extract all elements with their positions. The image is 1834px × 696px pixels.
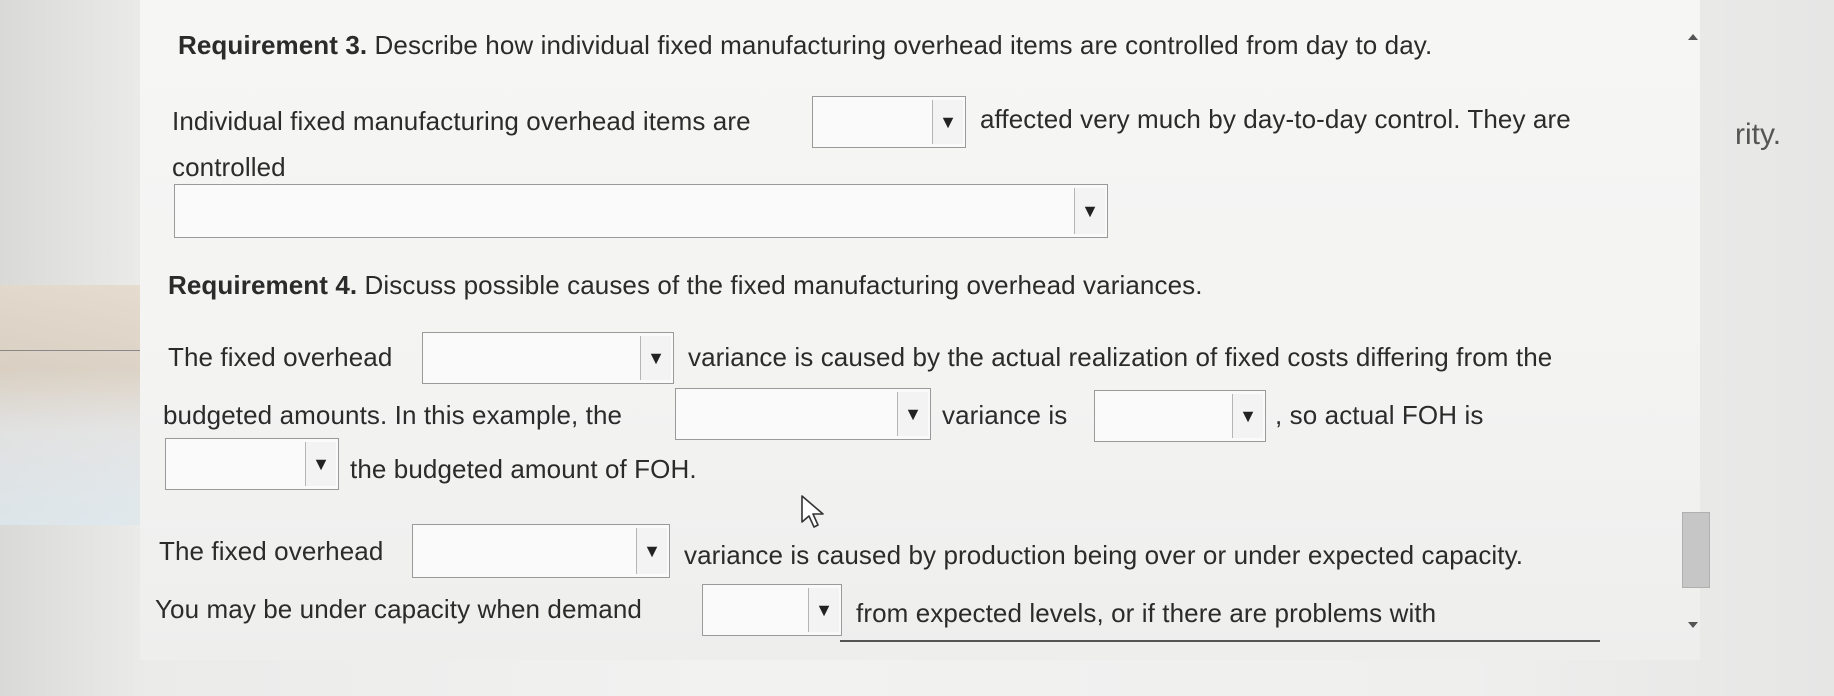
dropdown-req3-controlled[interactable]: ▼ bbox=[174, 184, 1108, 238]
req4-q2-before: You may be under capacity when demand bbox=[155, 594, 642, 624]
req4-p3-after: the budgeted amount of FOH. bbox=[350, 454, 697, 484]
req4-p1-before: The fixed overhead bbox=[168, 342, 393, 372]
dropdown-arrow-icon: ▼ bbox=[1232, 394, 1263, 438]
scrollbar[interactable] bbox=[1680, 20, 1720, 640]
dropdown-arrow-icon: ▼ bbox=[636, 528, 667, 574]
dropdown-arrow-icon: ▼ bbox=[932, 100, 963, 144]
req3-line1-before: Individual fixed manufacturing overhead … bbox=[172, 106, 751, 136]
requirement-4-text: Discuss possible causes of the fixed man… bbox=[357, 270, 1203, 300]
requirement-3-label: Requirement 3. bbox=[178, 30, 368, 60]
scroll-up-arrow-icon[interactable] bbox=[1688, 34, 1698, 40]
req4-p2-before: budgeted amounts. In this example, the bbox=[163, 400, 623, 430]
req4-p2-mid: variance is bbox=[942, 400, 1068, 430]
text-underline bbox=[840, 640, 1600, 642]
scrollbar-thumb[interactable] bbox=[1682, 512, 1710, 588]
dropdown-variance-type[interactable]: ▼ bbox=[675, 388, 931, 440]
dropdown-fixed-overhead-variance-2[interactable]: ▼ bbox=[412, 524, 670, 578]
requirement-4-label: Requirement 4. bbox=[168, 270, 358, 300]
dropdown-demand[interactable]: ▼ bbox=[702, 584, 842, 636]
dropdown-arrow-icon: ▼ bbox=[305, 442, 336, 486]
req4-p2-after: , so actual FOH is bbox=[1275, 400, 1484, 430]
dropdown-arrow-icon: ▼ bbox=[1074, 188, 1105, 234]
dropdown-fixed-overhead-variance-1[interactable]: ▼ bbox=[422, 332, 674, 384]
dropdown-foh-comparison[interactable]: ▼ bbox=[165, 438, 339, 490]
dropdown-arrow-icon: ▼ bbox=[640, 336, 671, 380]
dropdown-arrow-icon: ▼ bbox=[808, 588, 839, 632]
requirement-3-text: Describe how individual fixed manufactur… bbox=[367, 30, 1433, 60]
mouse-pointer-icon bbox=[801, 495, 824, 528]
req3-line1-after: affected very much by day-to-day control… bbox=[980, 104, 1571, 134]
req4-q2-after: from expected levels, or if there are pr… bbox=[856, 598, 1437, 628]
side-panel-text: rity. bbox=[1735, 118, 1782, 151]
req4-q1-before: The fixed overhead bbox=[159, 536, 384, 566]
dropdown-variance-direction[interactable]: ▼ bbox=[1094, 390, 1266, 442]
scroll-down-arrow-icon[interactable] bbox=[1688, 622, 1698, 628]
dropdown-arrow-icon: ▼ bbox=[897, 392, 928, 436]
background-edge bbox=[0, 285, 140, 525]
dropdown-req3-affected[interactable]: ▼ bbox=[812, 96, 966, 148]
requirement-4-title: Requirement 4. Discuss possible causes o… bbox=[168, 270, 1203, 301]
req4-p1-after: variance is caused by the actual realiza… bbox=[688, 342, 1553, 372]
req3-line2: controlled bbox=[172, 152, 286, 182]
requirement-3-title: Requirement 3. Describe how individual f… bbox=[178, 30, 1432, 61]
req4-q1-after: variance is caused by production being o… bbox=[684, 540, 1524, 570]
